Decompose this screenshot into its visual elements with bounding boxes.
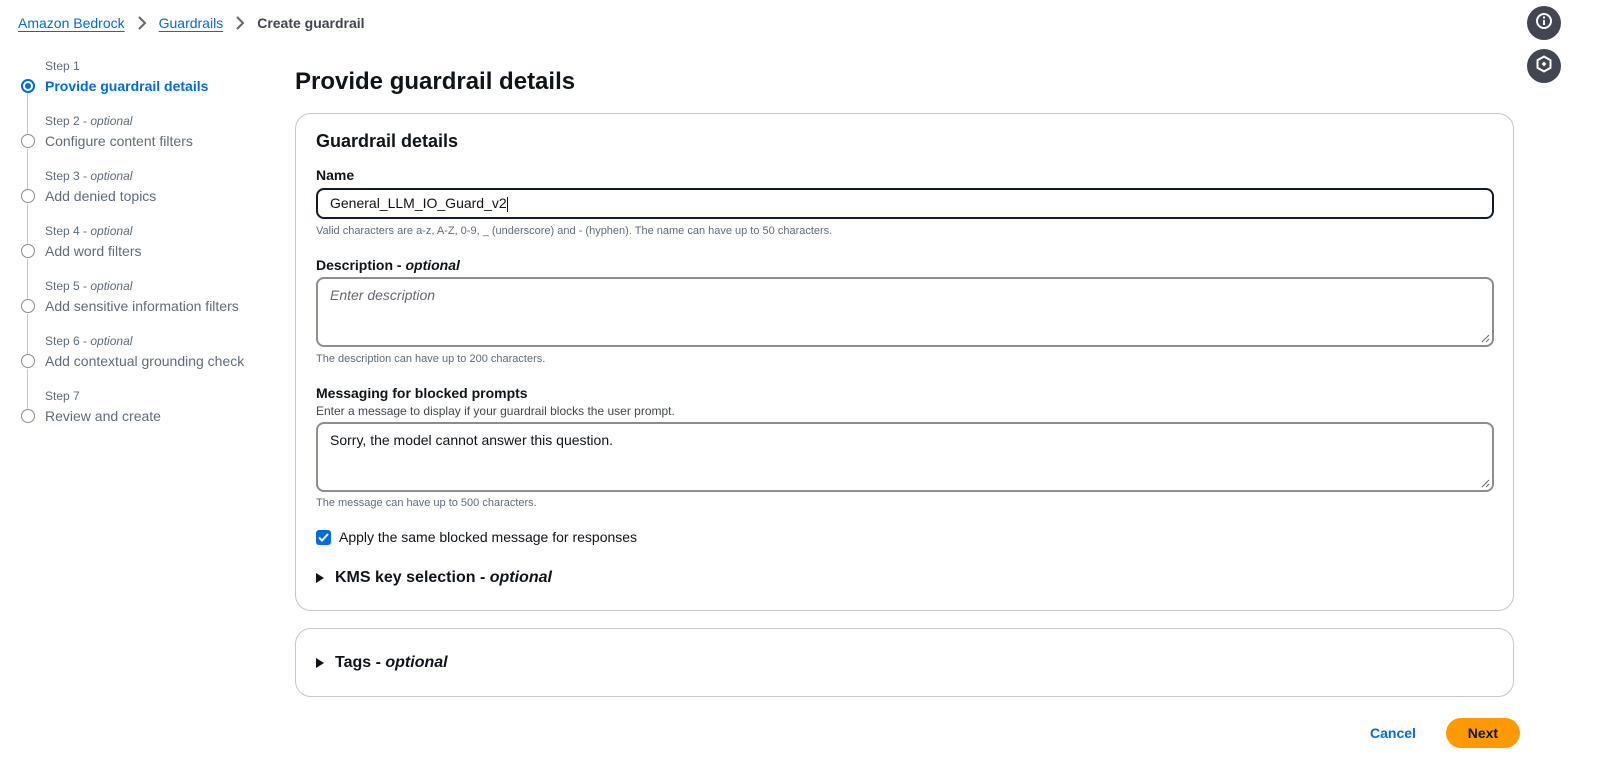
same-message-checkbox-label: Apply the same blocked message for respo… — [339, 529, 638, 545]
breadcrumb-current: Create guardrail — [257, 15, 365, 31]
blocked-prompts-hint: The message can have up to 500 character… — [316, 497, 537, 509]
step-number: Step 7 — [45, 389, 80, 403]
wizard-step-6[interactable]: Step 6 - optional Add contextual groundi… — [20, 333, 270, 409]
step-number: Step 6 - optional — [45, 334, 133, 348]
tags-label: Tags - optional — [335, 654, 448, 671]
kms-key-expander[interactable]: KMS key selection - optional — [316, 569, 552, 587]
step-number: Step 3 - optional — [45, 169, 133, 183]
same-message-checkbox-row[interactable]: Apply the same blocked message for respo… — [316, 529, 637, 545]
description-hint: The description can have up to 200 chara… — [316, 353, 546, 365]
resize-handle-icon[interactable] — [1480, 478, 1490, 488]
caret-right-icon — [316, 573, 324, 583]
blocked-prompts-textarea[interactable]: Sorry, the model cannot answer this ques… — [316, 422, 1494, 492]
caret-right-icon — [316, 658, 324, 668]
wizard-step-1[interactable]: Step 1 Provide guardrail details — [20, 58, 270, 134]
wizard-steps-nav: Step 1 Provide guardrail details Step 2 … — [20, 58, 270, 443]
name-label: Name — [316, 167, 355, 183]
description-textarea[interactable]: Enter description — [316, 277, 1494, 347]
step-number: Step 5 - optional — [45, 279, 133, 293]
step-title: Add contextual grounding check — [45, 353, 245, 369]
blocked-prompts-value: Sorry, the model cannot answer this ques… — [330, 432, 614, 448]
blocked-prompts-label: Messaging for blocked prompts — [316, 385, 528, 401]
wizard-step-7[interactable]: Step 7 Review and create — [20, 388, 270, 443]
step-title: Configure content filters — [45, 133, 193, 149]
step-title: Provide guardrail details — [45, 78, 209, 94]
info-panel-button[interactable] — [1527, 6, 1561, 40]
chevron-right-icon — [230, 15, 250, 31]
same-message-checkbox[interactable] — [316, 529, 331, 545]
wizard-step-3[interactable]: Step 3 - optional Add denied topics — [20, 168, 270, 244]
step-number: Step 1 — [45, 59, 80, 73]
resize-handle-icon[interactable] — [1480, 333, 1490, 343]
tags-expander[interactable]: Tags - optional — [316, 654, 448, 672]
page-title: Provide guardrail details — [295, 68, 576, 95]
breadcrumb-link-amazon-bedrock[interactable]: Amazon Bedrock — [18, 15, 125, 31]
wizard-step-5[interactable]: Step 5 - optional Add sensitive informat… — [20, 278, 270, 354]
wizard-step-4[interactable]: Step 4 - optional Add word filters — [20, 223, 270, 299]
step-title: Add sensitive information filters — [45, 298, 239, 314]
kms-key-label: KMS key selection - optional — [335, 569, 552, 586]
assistant-panel-button[interactable] — [1527, 49, 1561, 83]
wizard-step-2[interactable]: Step 2 - optional Configure content filt… — [20, 113, 270, 189]
description-placeholder: Enter description — [330, 287, 436, 303]
step-status-icon — [21, 409, 35, 423]
breadcrumb-link-guardrails[interactable]: Guardrails — [159, 15, 224, 31]
breadcrumb: Amazon Bedrock Guardrails Create guardra… — [18, 15, 365, 31]
step-number: Step 2 - optional — [45, 114, 133, 128]
name-input[interactable]: General_LLM_IO_Guard_v2 — [316, 188, 1494, 219]
step-title: Add word filters — [45, 243, 142, 259]
name-input-value: General_LLM_IO_Guard_v2 — [330, 195, 507, 211]
checkmark-icon — [318, 532, 329, 542]
next-button[interactable]: Next — [1445, 718, 1520, 748]
wizard-actions: Cancel Next — [1360, 718, 1520, 748]
description-label: Description - optional — [316, 257, 460, 273]
hexagon-icon — [1535, 54, 1553, 78]
step-status-icon — [21, 79, 35, 93]
guardrail-details-panel: Guardrail details Name General_LLM_IO_Gu… — [295, 113, 1514, 611]
step-title: Review and create — [45, 408, 161, 424]
chevron-right-icon — [132, 15, 152, 31]
step-title: Add denied topics — [45, 188, 157, 204]
step-status-icon — [21, 134, 35, 148]
step-status-icon — [21, 189, 35, 203]
cancel-button[interactable]: Cancel — [1360, 718, 1426, 748]
step-status-icon — [21, 299, 35, 313]
text-cursor — [506, 196, 508, 212]
panel-heading: Guardrail details — [316, 131, 459, 151]
blocked-prompts-description: Enter a message to display if your guard… — [316, 404, 675, 418]
step-status-icon — [21, 354, 35, 368]
info-icon — [1535, 12, 1553, 35]
tags-panel: Tags - optional — [295, 628, 1514, 697]
name-hint: Valid characters are a-z, A-Z, 0-9, _ (u… — [316, 225, 833, 237]
step-number: Step 4 - optional — [45, 224, 133, 238]
step-status-icon — [21, 244, 35, 258]
